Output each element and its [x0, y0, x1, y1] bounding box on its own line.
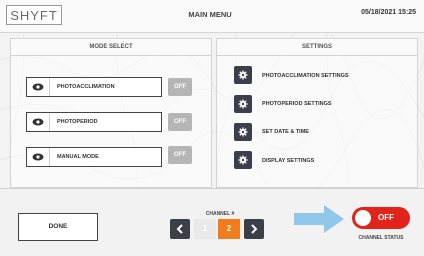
mode-label: MANUAL MODE [57, 154, 99, 160]
display-settings-link[interactable]: DISPLAY SETTINGS [262, 158, 314, 164]
settings-heading: SETTINGS [217, 39, 417, 56]
mode-photoacclimation-button[interactable]: PHOTOACCLIMATION [26, 77, 162, 97]
photoacclimation-off-toggle[interactable]: OFF [168, 78, 192, 96]
footer-bar: DONE CHANNEL # 1 2 OFF CHANNEL STATUS [0, 188, 424, 256]
eye-icon[interactable] [27, 78, 50, 96]
channel-status-label: CHANNEL STATUS [358, 235, 404, 241]
eye-icon[interactable] [27, 113, 50, 131]
mode-label: PHOTOPERIOD [57, 119, 98, 125]
channel-status-toggle[interactable]: OFF [352, 207, 410, 229]
date-time-readout: 05/18/2021 15:25 [361, 9, 416, 16]
page-title: MAIN MENU [188, 10, 232, 19]
chevron-right-icon[interactable] [244, 219, 264, 239]
photoperiod-off-toggle[interactable]: OFF [168, 113, 192, 131]
gear-icon[interactable] [234, 66, 252, 84]
gear-icon[interactable] [234, 151, 252, 169]
eye-icon[interactable] [27, 148, 50, 166]
toggle-knob [355, 210, 371, 226]
header-bar: SHYFT MAIN MENU 05/18/2021 15:25 [0, 0, 424, 33]
gear-icon[interactable] [234, 123, 252, 141]
manual-mode-off-toggle[interactable]: OFF [168, 146, 192, 164]
channel-selector: 1 2 [170, 219, 264, 239]
mode-manual-button[interactable]: MANUAL MODE [26, 147, 162, 167]
channel-label: CHANNEL # [205, 211, 235, 217]
chevron-left-icon[interactable] [170, 219, 190, 239]
photoacclimation-settings-link[interactable]: PHOTOACCLIMATION SETTINGS [262, 73, 349, 79]
gear-icon[interactable] [234, 95, 252, 113]
mode-select-heading: MODE SELECT [11, 39, 211, 56]
done-button[interactable]: DONE [18, 213, 98, 241]
mode-photoperiod-button[interactable]: PHOTOPERIOD [26, 112, 162, 132]
arrow-right-icon [294, 205, 344, 233]
toggle-state-label: OFF [378, 213, 394, 222]
brand-logo: SHYFT [6, 5, 62, 25]
photoperiod-settings-link[interactable]: PHOTOPERIOD SETTINGS [262, 101, 332, 107]
mode-label: PHOTOACCLIMATION [57, 84, 115, 90]
set-date-time-link[interactable]: SET DATE & TIME [262, 129, 309, 135]
main-menu-screen: SHYFT MAIN MENU 05/18/2021 15:25 MODE SE… [0, 0, 424, 256]
channel-2-option[interactable]: 2 [218, 219, 240, 239]
channel-1-option[interactable]: 1 [194, 219, 216, 239]
